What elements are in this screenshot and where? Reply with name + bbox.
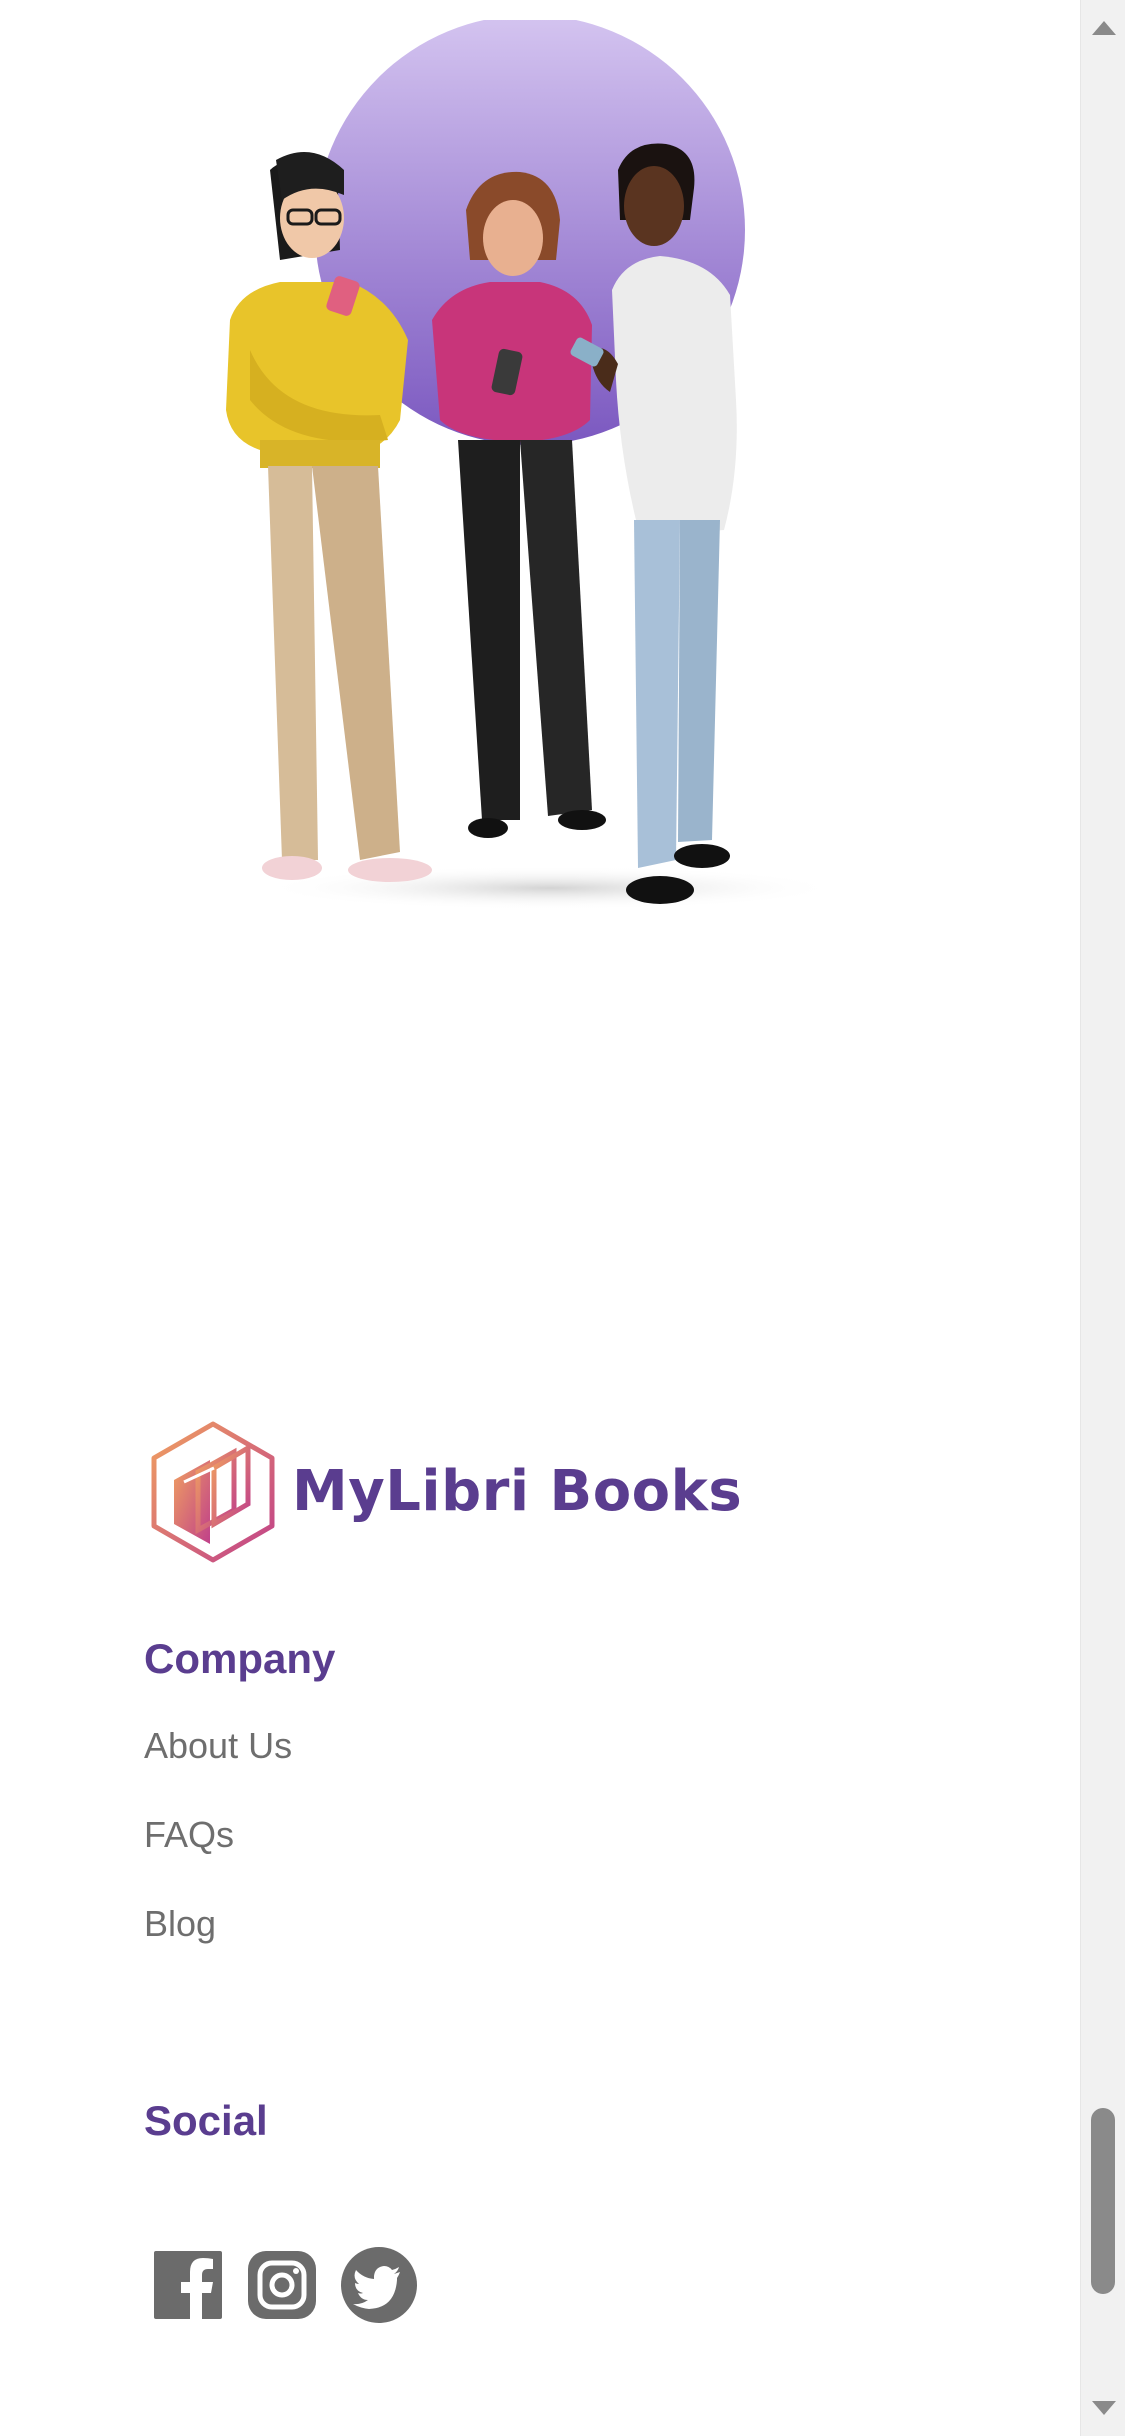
about-us-link[interactable]: About Us [144, 1725, 292, 1766]
list-item: FAQs [144, 1817, 292, 1853]
social-icons [152, 2246, 418, 2324]
social-heading: Social [144, 2097, 268, 2144]
facebook-icon [154, 2251, 222, 2321]
scrollbar-thumb[interactable] [1091, 2108, 1115, 2294]
logo-book-icon [151, 1421, 275, 1563]
scroll-down-arrow-icon[interactable] [1081, 2388, 1125, 2428]
vertical-scrollbar[interactable] [1080, 0, 1125, 2436]
company-links: About Us FAQs Blog [144, 1728, 292, 1995]
blog-link[interactable]: Blog [144, 1903, 216, 1944]
facebook-link[interactable] [152, 2249, 224, 2321]
company-heading: Company [144, 1635, 336, 1682]
hero-illustration [220, 20, 840, 940]
page: MyLibri Books Company About Us FAQs Blog… [0, 0, 1125, 2436]
scroll-up-arrow-icon[interactable] [1081, 8, 1125, 48]
brand-name: MyLibri Books [292, 1459, 743, 1524]
twitter-link[interactable] [340, 2246, 418, 2324]
brand-logo[interactable]: MyLibri Books [148, 1420, 742, 1564]
faqs-link[interactable]: FAQs [144, 1814, 234, 1855]
instagram-icon [248, 2251, 316, 2319]
list-item: Blog [144, 1906, 292, 1942]
page-content: MyLibri Books Company About Us FAQs Blog… [0, 0, 1080, 2436]
instagram-link[interactable] [246, 2249, 318, 2321]
twitter-icon [341, 2247, 417, 2323]
list-item: About Us [144, 1728, 292, 1764]
